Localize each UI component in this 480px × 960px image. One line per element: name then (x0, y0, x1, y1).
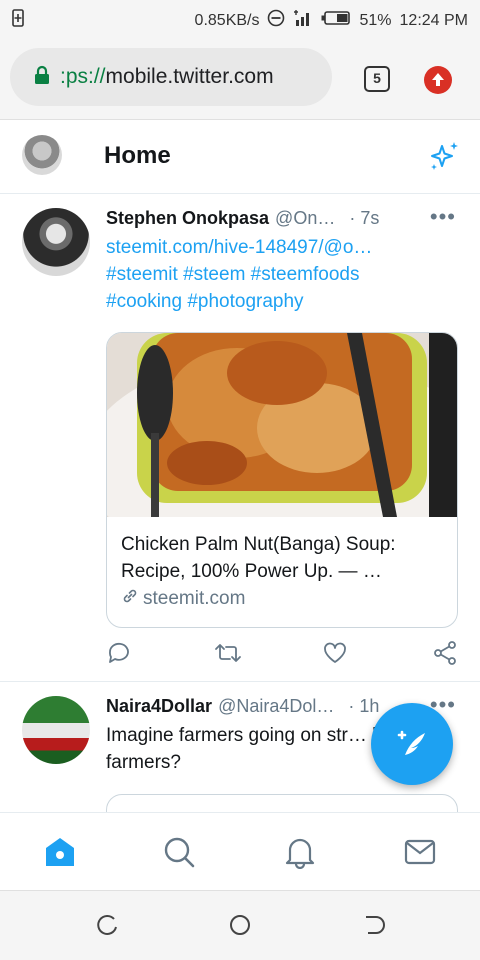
clock: 12:24 PM (399, 11, 468, 29)
card-title: Chicken Palm Nut(Banga) Soup: Recipe, 10… (121, 534, 396, 582)
author-handle[interactable]: @On… (275, 208, 335, 229)
tweet-actions (106, 640, 458, 670)
more-options-icon[interactable]: ••• (430, 204, 456, 230)
home-button-icon[interactable] (228, 913, 252, 942)
profile-avatar[interactable] (22, 135, 62, 175)
twitter-header: Home (0, 120, 480, 194)
network-speed: 0.85KB/s (194, 11, 260, 29)
tweet-time[interactable]: · 1h (348, 696, 379, 717)
back-icon[interactable] (362, 913, 386, 942)
url-host: mobile.twitter.com (105, 65, 274, 88)
hashtags-line[interactable]: #cooking #photography (106, 288, 446, 315)
address-bar[interactable]: :ps://mobile.twitter.com (10, 48, 332, 106)
hashtags-line[interactable]: #steemit #steem #steemfoods (106, 261, 446, 288)
search-icon[interactable] (162, 835, 196, 874)
compose-tweet-button[interactable] (371, 703, 453, 785)
bottom-navigation (0, 812, 480, 890)
tweet-header: Stephen Onokpasa @On… · 7s (106, 208, 466, 229)
tweet-time[interactable]: · 7s (349, 208, 379, 229)
tab-switcher-button[interactable]: 5 (364, 66, 390, 92)
status-bar: 0.85KB/s 51% 12:24 PM (0, 0, 480, 38)
link-card[interactable] (106, 794, 458, 812)
recents-icon[interactable] (96, 913, 120, 942)
author-name[interactable]: Stephen Onokpasa (106, 208, 269, 229)
reply-icon[interactable] (106, 640, 132, 671)
battery-icon (321, 10, 351, 31)
link-card[interactable]: Chicken Palm Nut(Banga) Soup: Recipe, 10… (106, 332, 458, 628)
card-domain-text: steemit.com (143, 588, 246, 609)
url-text: :ps://mobile.twitter.com (60, 65, 274, 89)
home-icon[interactable] (43, 835, 77, 874)
card-image (107, 333, 457, 573)
system-navigation-bar (0, 890, 480, 960)
tweet-text: steemit.com/hive-148497/@o… #steemit #st… (106, 234, 446, 315)
messages-icon[interactable] (403, 835, 437, 874)
author-name[interactable]: Naira4Dollar (106, 696, 212, 717)
avatar[interactable] (22, 696, 90, 764)
tweet[interactable]: Stephen Onokpasa @On… · 7s ••• steemit.c… (0, 194, 480, 682)
share-icon[interactable] (432, 640, 458, 671)
do-not-disturb-icon (267, 9, 285, 32)
tweet-link[interactable]: steemit.com/hive-148497/@o… (106, 234, 446, 261)
signal-icon (293, 8, 313, 33)
url-scheme: :ps:// (60, 65, 106, 88)
sparkle-icon[interactable] (428, 140, 460, 177)
retweet-icon[interactable] (214, 640, 242, 671)
battery-level: 51% (359, 11, 392, 29)
author-handle[interactable]: @Naira4Dol… (218, 696, 334, 717)
update-icon[interactable] (424, 66, 452, 94)
notifications-icon[interactable] (283, 835, 317, 874)
link-icon (121, 587, 139, 611)
lock-icon (34, 65, 50, 90)
like-icon[interactable] (322, 640, 348, 671)
card-domain: steemit.com (121, 587, 443, 611)
page-title: Home (104, 142, 171, 169)
sim-card-icon (12, 9, 24, 32)
browser-toolbar: :ps://mobile.twitter.com 5 (0, 38, 480, 120)
avatar[interactable] (22, 208, 90, 276)
